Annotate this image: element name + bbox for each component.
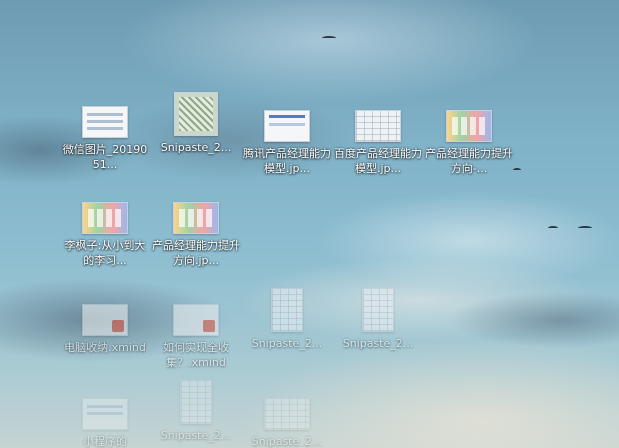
- image-file-icon: [82, 398, 128, 430]
- image-file-icon: [446, 110, 492, 142]
- desktop-icon[interactable]: 电脑收纳.xmind: [60, 298, 150, 355]
- desktop-icon[interactable]: 腾讯产品经理能力模型.jp...: [242, 104, 332, 176]
- desktop-icon[interactable]: Snipaste_2...: [333, 288, 423, 351]
- icon-label: 小程序的: [83, 435, 127, 448]
- icon-label: Snipaste_2...: [342, 337, 414, 350]
- icon-label: 百度产品经理能力模型.jp...: [334, 147, 422, 175]
- icon-label: Snipaste_2...: [160, 429, 232, 442]
- image-file-icon: [173, 202, 219, 234]
- image-file-icon: [82, 106, 128, 138]
- desktop-icon[interactable]: 如何实现全收集？.xmind: [151, 298, 241, 370]
- desktop-icon[interactable]: 李枫子:从小到大的李习...: [60, 196, 150, 268]
- icon-label: Snipaste_2...: [160, 141, 232, 154]
- icon-label: 李枫子:从小到大的李习...: [64, 239, 146, 267]
- desktop-icon[interactable]: 产品经理能力提升方向.jp...: [151, 196, 241, 268]
- icon-label: 腾讯产品经理能力模型.jp...: [243, 147, 331, 175]
- bird-silhouette: [322, 36, 336, 40]
- desktop-icon[interactable]: Snipaste_2...: [242, 288, 332, 351]
- icon-label: 产品经理能力提升方向-...: [425, 147, 513, 175]
- image-file-icon: [271, 288, 303, 332]
- image-file-icon: [264, 398, 310, 430]
- icon-label: 电脑收纳.xmind: [64, 341, 146, 354]
- image-file-icon: [82, 202, 128, 234]
- icon-label: 微信图片_2019051...: [62, 143, 148, 171]
- xmind-file-icon: [82, 304, 128, 336]
- bird-silhouette: [513, 168, 521, 172]
- icon-label: Snipaste_2...: [251, 337, 323, 350]
- icon-label: 产品经理能力提升方向.jp...: [152, 239, 240, 267]
- image-file-icon: [174, 92, 218, 136]
- desktop-icon[interactable]: 小程序的: [60, 392, 150, 448]
- image-file-icon: [355, 110, 401, 142]
- desktop-icon[interactable]: 百度产品经理能力模型.jp...: [333, 104, 423, 176]
- icon-label: 如何实现全收集？.xmind: [163, 341, 229, 369]
- desktop-icon[interactable]: Snipaste_2...: [151, 380, 241, 443]
- image-file-icon: [362, 288, 394, 332]
- desktop-icon[interactable]: Snipaste_2...: [242, 392, 332, 448]
- desktop-icon[interactable]: Snipaste_2...: [151, 92, 241, 155]
- image-file-icon: [264, 110, 310, 142]
- xmind-file-icon: [173, 304, 219, 336]
- bird-silhouette: [578, 226, 592, 230]
- desktop-icon[interactable]: 微信图片_2019051...: [60, 100, 150, 172]
- icon-label: Snipaste_2...: [251, 435, 323, 448]
- bird-silhouette: [548, 226, 558, 230]
- desktop: 微信图片_2019051... Snipaste_2... 腾讯产品经理能力模型…: [0, 0, 619, 448]
- desktop-icon[interactable]: 产品经理能力提升方向-...: [424, 104, 514, 176]
- image-file-icon: [180, 380, 212, 424]
